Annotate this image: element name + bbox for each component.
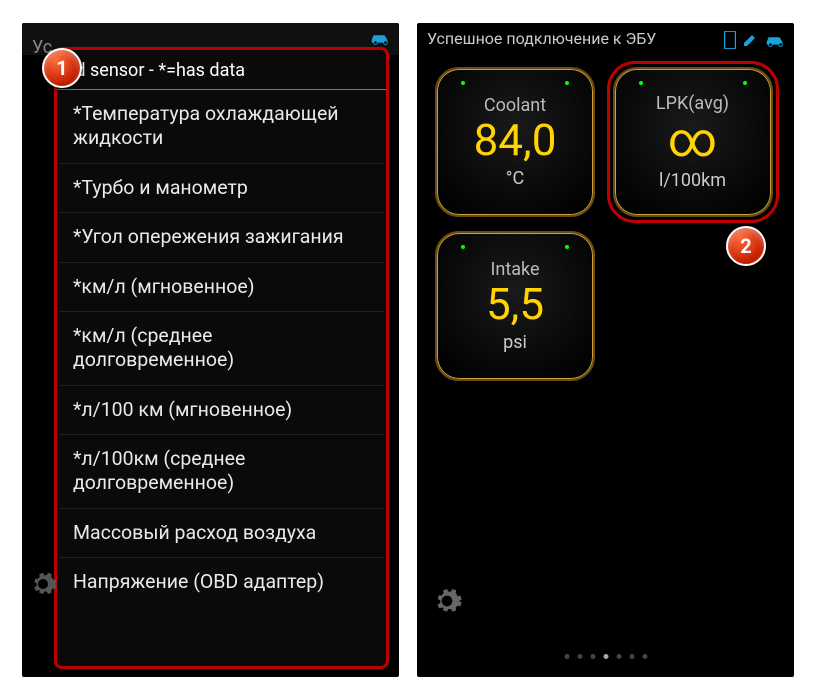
gauge-value: 84,0 — [474, 118, 557, 162]
sensor-item[interactable]: *Температура охлаждающей жидкости — [59, 90, 384, 164]
status-icons — [724, 31, 786, 49]
gauge-unit: l/100km — [659, 170, 726, 191]
gear-icon[interactable] — [28, 569, 58, 603]
sensor-list: *Температура охлаждающей жидкости *Турбо… — [57, 90, 386, 607]
gauge-intake[interactable]: Intake 5,5 psi — [435, 231, 595, 381]
gauge-value: ∞ — [668, 116, 717, 164]
gauge-unit: °C — [506, 168, 524, 189]
sensor-item[interactable]: *л/100 км (мгновенное) — [59, 386, 384, 435]
sensor-item[interactable]: Массовый расход воздуха — [59, 509, 384, 558]
sensor-item[interactable]: *км/л (среднее долговременное) — [59, 312, 384, 386]
edit-icon — [742, 32, 758, 48]
sensor-item[interactable]: *Угол опережения зажигания — [59, 213, 384, 262]
connection-status: Успешное подключение к ЭБУ — [427, 29, 656, 48]
dot[interactable] — [616, 654, 621, 659]
car-icon — [369, 31, 391, 45]
callout-badge-1: 1 — [42, 48, 82, 88]
gauge-lpk-avg[interactable]: LPK(avg) ∞ l/100km — [613, 67, 773, 217]
callout-badge-2: 2 — [726, 226, 766, 266]
screenshot-right: Успешное подключение к ЭБУ Coolant 84,0 … — [417, 23, 794, 677]
gauge-value: 5,5 — [486, 282, 544, 326]
sensor-item[interactable]: Напряжение (OBD адаптер) — [59, 558, 384, 606]
status-icons — [369, 31, 391, 45]
dot-active[interactable] — [603, 654, 608, 659]
gauge-unit: psi — [503, 332, 527, 353]
dot[interactable] — [629, 654, 634, 659]
dot[interactable] — [642, 654, 647, 659]
dialog-title: ld sensor - *=has data — [57, 50, 386, 90]
gauge-coolant[interactable]: Coolant 84,0 °C — [435, 67, 595, 217]
screenshot-left: Ус ld sensor - *=has data *Температура о… — [22, 23, 399, 677]
dot[interactable] — [590, 654, 595, 659]
dot[interactable] — [564, 654, 569, 659]
gear-icon[interactable] — [431, 585, 463, 621]
sensor-dialog: ld sensor - *=has data *Температура охла… — [54, 47, 389, 669]
dot[interactable] — [577, 654, 582, 659]
pagination-dots[interactable] — [564, 654, 647, 659]
car-icon — [764, 33, 786, 47]
sensor-item[interactable]: *л/100км (среднее долговременное) — [59, 435, 384, 509]
sensor-item[interactable]: *км/л (мгновенное) — [59, 263, 384, 312]
sensor-item[interactable]: *Турбо и манометр — [59, 164, 384, 213]
gauge-label: Intake — [490, 259, 539, 280]
phone-icon — [724, 31, 736, 49]
gauge-label: Coolant — [484, 95, 546, 116]
